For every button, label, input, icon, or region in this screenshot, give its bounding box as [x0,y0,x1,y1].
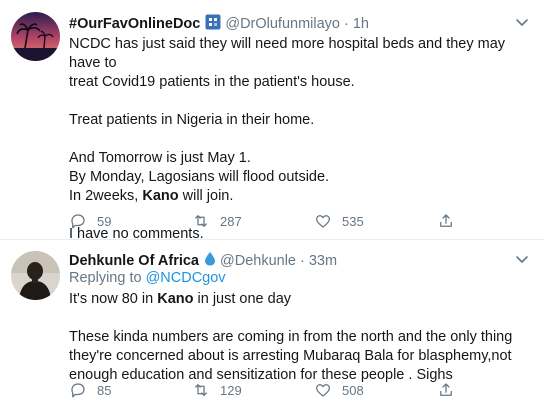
separator-dot: · [299,252,305,269]
retweet-count: 129 [220,382,242,398]
reply-button[interactable]: 85 [69,381,192,399]
text-line: By Monday, Lagosians will flood outside. [69,169,330,185]
text-line: treat Covid19 patients in the patient's … [69,74,355,90]
text-line: they're concerned about is arresting Mub… [69,348,512,364]
avatar[interactable] [11,12,60,61]
text-line: In 2weeks, Kano will join. [69,187,530,206]
text-segment: It's now 80 in [69,291,154,307]
text-segment: will join. [182,188,234,204]
chevron-down-icon[interactable] [514,14,530,30]
like-button[interactable]: 535 [314,212,437,230]
bold-keyword: Kano [142,188,179,204]
heart-icon [315,215,331,228]
timestamp[interactable]: 1h [353,16,369,32]
text-segment: in just one day [197,291,292,307]
water-drop-icon [204,251,216,270]
text-line: NCDC has just said they will need more h… [69,36,506,71]
user-handle[interactable]: @DrOlufunmilayo [225,16,340,32]
share-icon [440,214,452,227]
like-count: 535 [342,213,364,229]
text-line: Treat patients in Nigeria in their home. [69,112,315,128]
tweet-header: Dehkunle Of Africa @Dehkunle · 33m [69,251,337,270]
reply-icon [71,214,85,229]
text-line: These kinda numbers are coming in from t… [69,329,513,345]
like-count: 508 [342,382,364,398]
tweet-text: It's now 80 in Kano in just one day Thes… [69,290,530,385]
text-segment: In 2weeks, [69,188,139,204]
text-line: It's now 80 in Kano in just one day [69,290,530,309]
bold-keyword: Kano [157,291,194,307]
text-line: And Tomorrow is just May 1. [69,150,251,166]
tweet-header: #OurFavOnlineDoc @DrOlufunmilayo · 1h [69,14,369,34]
replying-prefix: Replying to [69,270,142,286]
retweet-button[interactable]: 287 [192,212,314,230]
avatar[interactable] [11,251,60,300]
reply-count: 85 [97,382,112,398]
heart-icon [315,384,331,397]
tweet-card[interactable]: #OurFavOnlineDoc @DrOlufunmilayo · 1h NC… [0,0,544,242]
display-name[interactable]: #OurFavOnlineDoc [69,16,200,32]
reply-count: 59 [97,213,112,229]
retweet-button[interactable]: 129 [192,381,314,399]
share-button[interactable] [437,212,455,230]
retweet-icon [195,215,207,227]
timestamp[interactable]: 33m [309,253,337,269]
like-button[interactable]: 508 [314,381,437,399]
retweet-icon [195,384,207,396]
tweet-actions: 85 129 508 [69,380,504,400]
reply-button[interactable]: 59 [69,212,192,230]
share-button[interactable] [437,381,455,399]
separator-dot: · [343,16,349,32]
user-handle[interactable]: @Dehkunle [220,253,296,269]
display-name[interactable]: Dehkunle Of Africa [69,253,199,269]
share-icon [440,383,452,396]
replying-to-link[interactable]: @NCDCgov [146,270,226,286]
replying-to: Replying to @NCDCgov [69,269,530,288]
reply-icon [71,383,85,398]
retweet-count: 287 [220,213,242,229]
doctor-badge-icon [205,14,221,34]
tweet-card[interactable]: Dehkunle Of Africa @Dehkunle · 33m Reply… [0,240,544,409]
tweet-actions: 59 287 535 [69,211,504,231]
chevron-down-icon[interactable] [514,251,530,267]
